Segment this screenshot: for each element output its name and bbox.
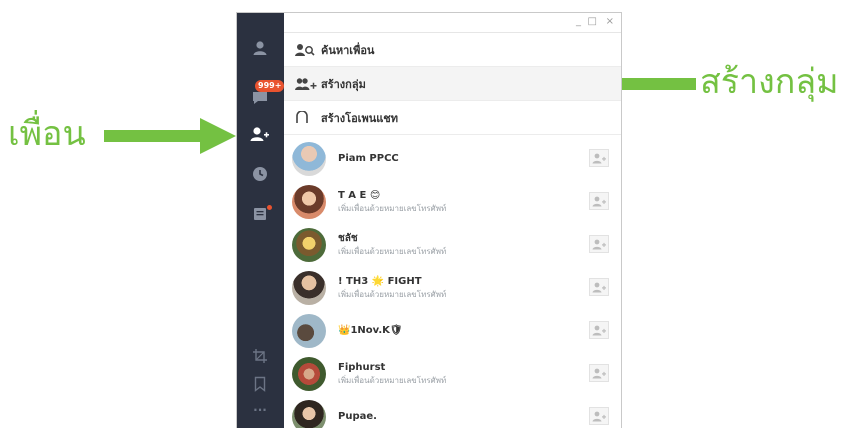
friend-row[interactable]: Pupae. [284,395,621,428]
friend-name: Fiphurst [338,362,386,373]
friend-name: Piam PPCC [338,153,399,164]
avatar [292,270,326,305]
friend-status: เพิ่มเพื่อนด้วยหมายเลขโทรศัพท์ [338,290,447,299]
avatar [292,399,326,428]
clock-icon[interactable] [249,163,271,185]
add-person-icon [592,282,606,292]
arrow-to-add-friend [104,118,236,154]
profile-icon[interactable] [249,37,271,59]
add-person-icon [592,411,606,421]
add-person-icon [592,196,606,206]
friend-row[interactable]: Fiphurst เพิ่มเพื่อนด้วยหมายเลขโทรศัพท์ [284,352,621,395]
crop-icon[interactable] [249,345,271,367]
add-friend-button[interactable] [589,407,609,425]
maximize-button[interactable]: □ [588,16,597,28]
create-group-icon [295,76,317,92]
search-friends-item[interactable]: ค้นหาเพื่อน [284,33,621,67]
more-icon[interactable]: ··· [249,399,271,421]
friend-status: เพิ่มเพื่อนด้วยหมายเลขโทรศัพท์ [338,376,447,385]
unread-badge: 999+ [255,80,285,92]
create-group-item[interactable]: สร้างกลุ่ม [284,67,621,101]
create-group-label: สร้างกลุ่ม [321,77,366,91]
friend-status: เพิ่มเพื่อนด้วยหมายเลขโทรศัพท์ [338,247,447,256]
avatar [292,313,326,348]
friend-list: Piam PPCC T A E 😊 เพิ่มเพื่อนด้วยหมายเลขโ… [284,135,621,428]
add-person-icon [592,325,606,335]
friend-row[interactable]: ชลัชเพิ่มเพื่อนด้วยหมายเลขโทรศัพท์ [284,223,621,266]
add-friend-icon[interactable] [249,123,271,145]
side-rail: 999+ ··· [237,13,285,428]
notes-dot [267,205,272,210]
close-button[interactable]: × [606,16,614,28]
friend-row[interactable]: 👑1Nov.K🛡 [284,309,621,352]
line-window: 999+ ··· _ □ × ค้นหาเพื่อน สร้างกลุ่ม สร… [236,12,622,428]
add-friend-button[interactable] [589,321,609,339]
create-openchat-label: สร้างโอเพนแชท [321,111,399,125]
friend-row[interactable]: T A E 😊 เพิ่มเพื่อนด้วยหมายเลขโทรศัพท์ [284,180,621,223]
add-friend-button[interactable] [589,364,609,382]
add-friend-button[interactable] [589,192,609,210]
title-bar: _ □ × [284,13,621,33]
avatar [292,356,326,391]
friend-status: เพิ่มเพื่อนด้วยหมายเลขโทรศัพท์ [338,204,447,213]
create-openchat-item[interactable]: สร้างโอเพนแชท [284,101,621,135]
add-person-icon [592,239,606,249]
minimize-button[interactable]: _ [576,16,581,28]
add-friend-button[interactable] [589,149,609,167]
callout-friends-label: เพื่อน [8,114,86,154]
friend-name: T A E 😊 [338,190,381,201]
friend-name: Pupae. [338,411,377,422]
friend-name: ชลัช [338,233,358,244]
avatar [292,227,326,262]
add-friend-button[interactable] [589,235,609,253]
friend-row[interactable]: ! TH3 🌟 FIGHT เพิ่มเพื่อนด้วยหมายเลขโทรศั… [284,266,621,309]
add-friend-button[interactable] [589,278,609,296]
callout-create-group-label: สร้างกลุ่ม [700,62,839,102]
bookmark-icon[interactable] [249,373,271,395]
avatar [292,184,326,219]
friend-name: ! TH3 🌟 FIGHT [338,276,422,287]
friend-row[interactable]: Piam PPCC [284,137,621,180]
openchat-icon [295,110,317,126]
add-person-icon [592,153,606,163]
tutorial-figure: เพื่อน สร้างกลุ่ม 999+ ··· _ □ × ค้นหาเพ… [0,0,861,428]
avatar [292,141,326,176]
search-friend-icon [295,42,317,58]
add-person-icon [592,368,606,378]
friend-name: 👑1Nov.K🛡 [338,325,403,336]
friends-panel: _ □ × ค้นหาเพื่อน สร้างกลุ่ม สร้างโอเพนแ… [284,13,621,428]
search-friends-label: ค้นหาเพื่อน [321,43,375,57]
